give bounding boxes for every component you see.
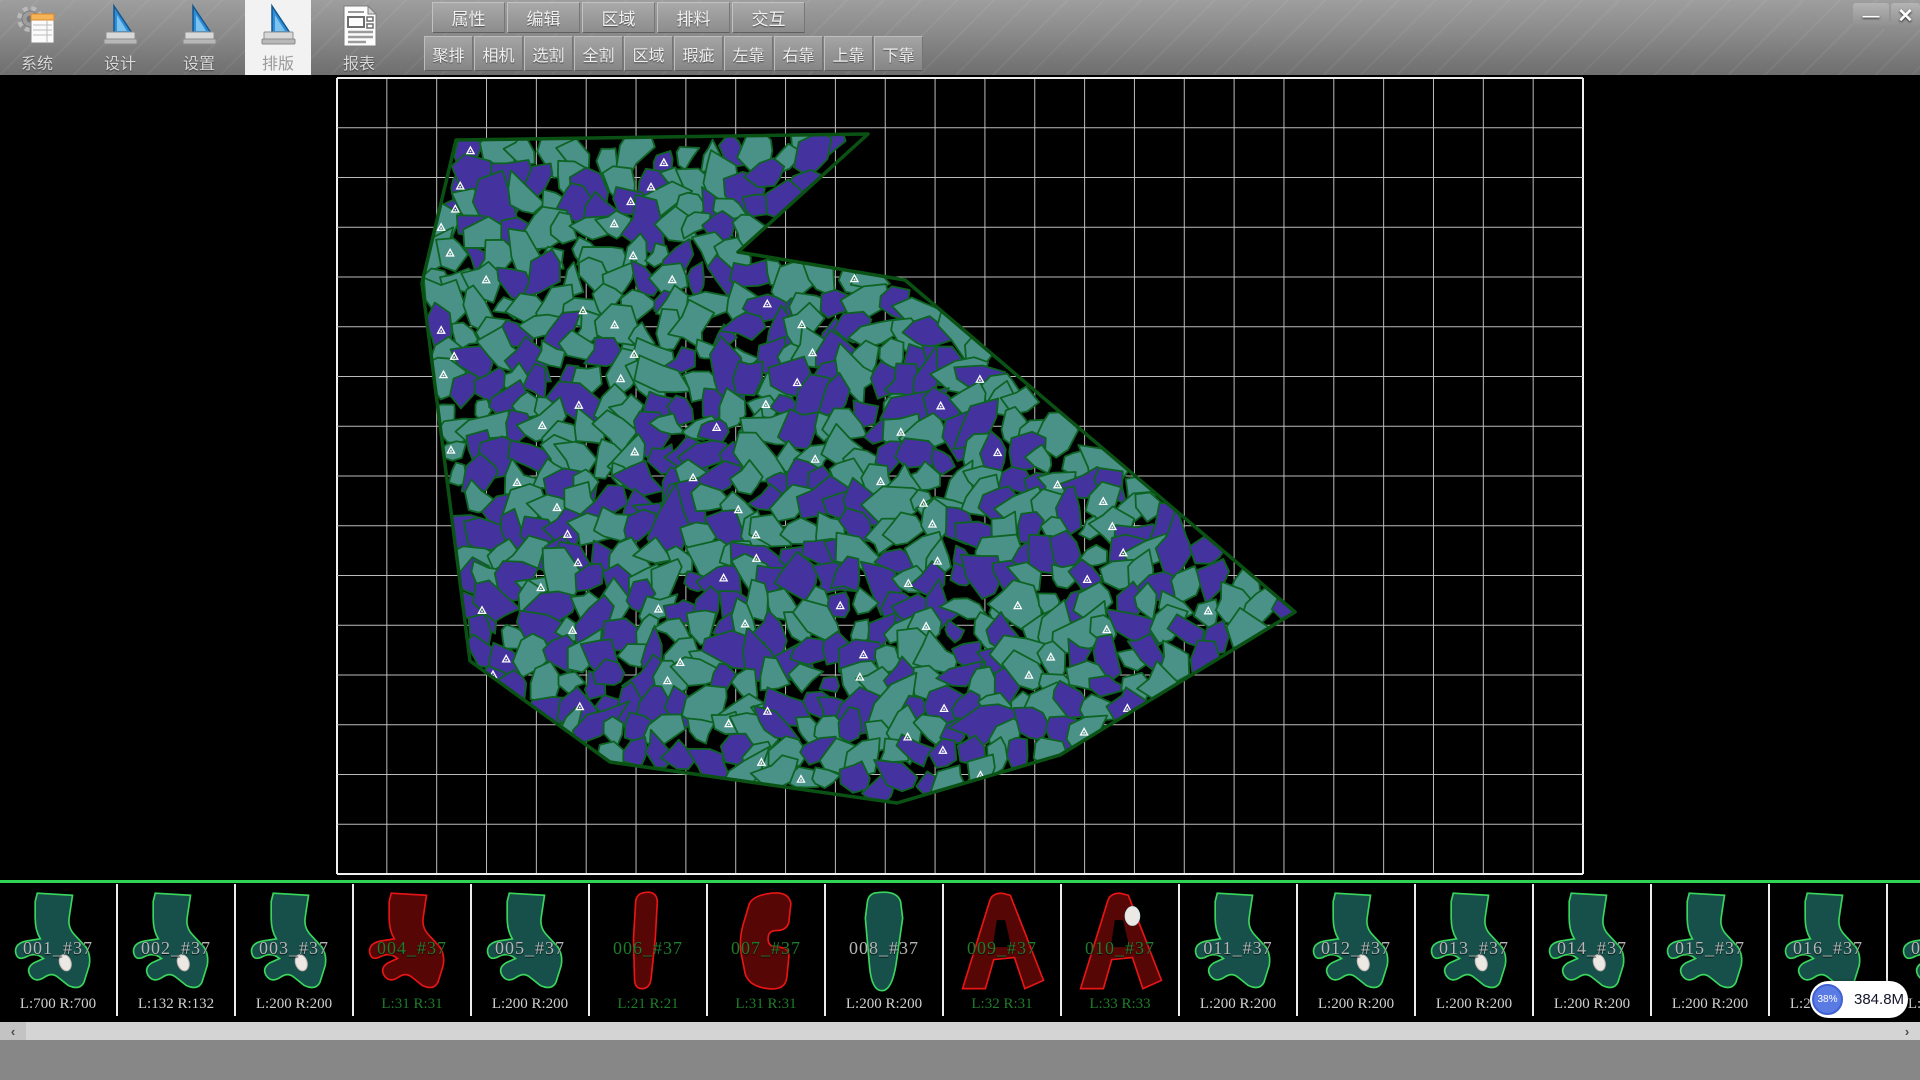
piece-thumbnail-006_#37[interactable]: 006_#37 L:21 R:21 [590, 884, 708, 1016]
piece-lr-count-label: L:200 R:200 [1416, 996, 1532, 1013]
piece-thumbnail-001_#37[interactable]: 001_#37 L:700 R:700 [0, 884, 118, 1016]
piece-thumbnail-007_#37[interactable]: 007_#37 L:31 R:31 [708, 884, 826, 1016]
settings-ruler-icon [176, 0, 222, 54]
memory-value: 384.8M [1854, 991, 1904, 1008]
tool-button-7[interactable]: 左靠 [724, 36, 773, 71]
memory-status-pill: 38% 384.8M [1810, 981, 1908, 1018]
tool-button-6[interactable]: 瑕疵 [674, 36, 723, 71]
piece-lr-count-label: L:200 R:200 [826, 996, 942, 1013]
piece-lr-count-label: L:31 R:31 [354, 996, 470, 1013]
tool-button-10[interactable]: 下靠 [874, 36, 923, 71]
piece-lr-count-label: L:132 R:132 [118, 996, 234, 1013]
piece-thumbnail-009_#37[interactable]: 009_#37 L:32 R:31 [944, 884, 1062, 1016]
piece-thumbnail-015_#37[interactable]: 015_#37 L:200 R:200 [1652, 884, 1770, 1016]
piece-thumbnail-012_#37[interactable]: 012_#37 L:200 R:200 [1298, 884, 1416, 1016]
piece-thumbnail-014_#37[interactable]: 014_#37 L:200 R:200 [1534, 884, 1652, 1016]
horizontal-scrollbar[interactable]: ‹ › [0, 1022, 1920, 1040]
mode-button-3[interactable]: 设置 [166, 0, 232, 75]
minimize-button[interactable]: — [1853, 3, 1889, 29]
tool-button-9[interactable]: 上靠 [824, 36, 873, 71]
tool-button-2[interactable]: 相机 [474, 36, 523, 71]
piece-id-label: 008_#37 [826, 938, 942, 959]
piece-id-label: 007_#37 [708, 938, 824, 959]
bottom-status-area [0, 1040, 1920, 1080]
tool-button-1[interactable]: 聚排 [424, 36, 473, 71]
piece-thumbnail-004_#37[interactable]: 004_#37 L:31 R:31 [354, 884, 472, 1016]
piece-lr-count-label: L:200 R:200 [236, 996, 352, 1013]
piece-id-label: 014_#37 [1534, 938, 1650, 959]
piece-lr-count-label: L:200 R:200 [472, 996, 588, 1013]
piece-thumbnail-011_#37[interactable]: 011_#37 L:200 R:200 [1180, 884, 1298, 1016]
mode-button-label: 排版 [262, 55, 294, 75]
menu-item-5[interactable]: 交互 [732, 2, 805, 33]
piece-lr-count-label: L:700 R:700 [0, 996, 116, 1013]
mode-button-label: 设置 [183, 55, 215, 75]
piece-id-label: 012_#37 [1298, 938, 1414, 959]
piece-lr-count-label: L:200 R:200 [1298, 996, 1414, 1013]
piece-id-label: 013_#37 [1416, 938, 1532, 959]
piece-lr-count-label: L:32 R:31 [944, 996, 1060, 1013]
piece-id-label: 005_#37 [472, 938, 588, 959]
scroll-left-button[interactable]: ‹ [0, 1022, 26, 1040]
menu-item-4[interactable]: 排料 [657, 2, 730, 33]
mode-button-label: 系统 [21, 55, 53, 75]
tool-button-3[interactable]: 选割 [524, 36, 573, 71]
piece-thumbnail-strip: 001_#37 L:700 R:700 002_#37 L:132 R:132 … [0, 884, 1920, 1016]
close-button[interactable]: ✕ [1891, 3, 1920, 29]
nesting-app-window: { "window": { "minimize_label": "—", "cl… [0, 0, 1920, 1080]
strip-divider-line [0, 880, 1920, 883]
piece-lr-count-label: L:200 R:200 [1534, 996, 1650, 1013]
piece-thumbnail-002_#37[interactable]: 002_#37 L:132 R:132 [118, 884, 236, 1016]
mode-button-2[interactable]: 设计 [87, 0, 153, 75]
system-gear-icon [14, 0, 60, 54]
piece-thumbnail-008_#37[interactable]: 008_#37 L:200 R:200 [826, 884, 944, 1016]
mode-button-4[interactable]: 排版 [245, 0, 311, 75]
mode-button-label: 设计 [104, 55, 136, 75]
piece-thumbnail-005_#37[interactable]: 005_#37 L:200 R:200 [472, 884, 590, 1016]
piece-thumbnail-013_#37[interactable]: 013_#37 L:200 R:200 [1416, 884, 1534, 1016]
piece-lr-count-label: L:31 R:31 [708, 996, 824, 1013]
piece-lr-count-label: L:200 R:200 [1652, 996, 1768, 1013]
nesting-canvas[interactable] [0, 75, 1920, 880]
mode-button-1[interactable]: 系统 [4, 0, 70, 75]
mode-button-5[interactable]: 报表 [326, 0, 392, 75]
piece-id-label: 016_#37 [1770, 938, 1886, 959]
piece-id-label: 015_#37 [1652, 938, 1768, 959]
nesting-canvas-area[interactable] [0, 75, 1920, 880]
piece-id-label: 011_#37 [1180, 938, 1296, 959]
piece-id-label: 009_#37 [944, 938, 1060, 959]
progress-badge: 38% [1812, 984, 1843, 1015]
piece-id-label: 017_#37 [1888, 938, 1920, 959]
piece-lr-count-label: L:33 R:33 [1062, 996, 1178, 1013]
tool-button-8[interactable]: 右靠 [774, 36, 823, 71]
design-ruler-icon [97, 0, 143, 54]
piece-id-label: 006_#37 [590, 938, 706, 959]
report-doc-icon [336, 0, 382, 54]
piece-thumbnail-003_#37[interactable]: 003_#37 L:200 R:200 [236, 884, 354, 1016]
mode-button-label: 报表 [343, 55, 375, 75]
menu-item-1[interactable]: 属性 [432, 2, 505, 33]
piece-lr-count-label: L:21 R:21 [590, 996, 706, 1013]
piece-id-label: 004_#37 [354, 938, 470, 959]
menu-item-3[interactable]: 区域 [582, 2, 655, 33]
piece-id-label: 003_#37 [236, 938, 352, 959]
tool-button-5[interactable]: 区域 [624, 36, 673, 71]
scroll-right-button[interactable]: › [1894, 1022, 1920, 1040]
piece-id-label: 010_#37 [1062, 938, 1178, 959]
menu-item-2[interactable]: 编辑 [507, 2, 580, 33]
piece-lr-count-label: L:200 R:200 [1180, 996, 1296, 1013]
piece-id-label: 001_#37 [0, 938, 116, 959]
main-toolbar: 系统 设计 设置 排版 [0, 0, 1920, 76]
layout-ruler-icon [255, 0, 301, 54]
piece-thumbnail-010_#37[interactable]: 010_#37 L:33 R:33 [1062, 884, 1180, 1016]
piece-id-label: 002_#37 [118, 938, 234, 959]
tool-button-4[interactable]: 全割 [574, 36, 623, 71]
